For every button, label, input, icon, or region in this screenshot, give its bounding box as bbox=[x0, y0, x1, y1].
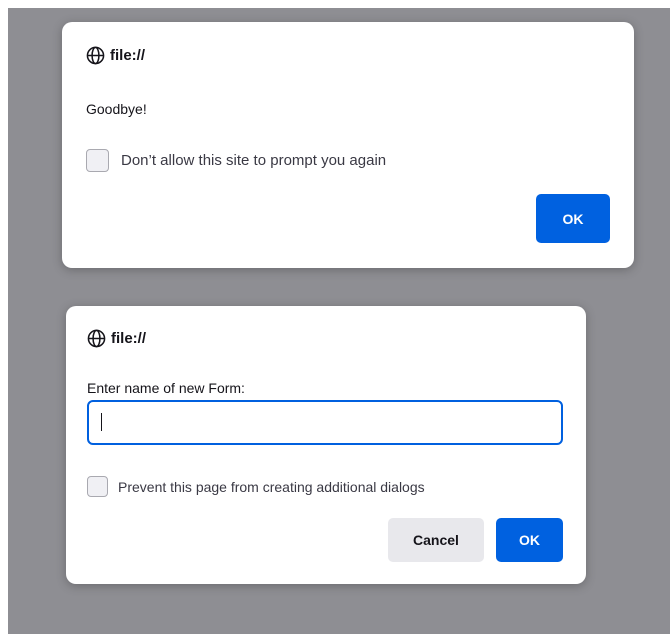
globe-icon bbox=[87, 329, 106, 348]
dialog-backdrop: file:// Goodbye! Don’t allow this site t… bbox=[8, 8, 670, 634]
ok-button[interactable]: OK bbox=[496, 518, 563, 562]
origin-label: file:// bbox=[110, 47, 146, 64]
text-caret bbox=[101, 413, 102, 431]
form-name-input[interactable] bbox=[87, 400, 563, 445]
prompt-message: Enter name of new Form: bbox=[87, 380, 245, 396]
dont-allow-prompt-checkbox[interactable] bbox=[86, 149, 109, 172]
prevent-dialogs-label: Prevent this page from creating addition… bbox=[118, 478, 425, 495]
cancel-button[interactable]: Cancel bbox=[388, 518, 484, 562]
dialog-origin: file:// bbox=[86, 46, 145, 65]
ok-button[interactable]: OK bbox=[536, 194, 610, 243]
origin-label: file:// bbox=[111, 330, 147, 347]
globe-icon bbox=[86, 46, 105, 65]
dialog-origin: file:// bbox=[87, 329, 146, 348]
prevent-dialogs-checkbox[interactable] bbox=[87, 476, 108, 497]
alert-dialog: file:// Goodbye! Don’t allow this site t… bbox=[62, 22, 634, 268]
alert-message: Goodbye! bbox=[86, 101, 147, 117]
dont-allow-prompt-checkbox-row[interactable]: Don’t allow this site to prompt you agai… bbox=[86, 149, 386, 172]
dont-allow-prompt-label: Don’t allow this site to prompt you agai… bbox=[121, 152, 387, 169]
prevent-dialogs-checkbox-row[interactable]: Prevent this page from creating addition… bbox=[87, 476, 425, 497]
prompt-dialog: file:// Enter name of new Form: Prevent … bbox=[66, 306, 586, 584]
